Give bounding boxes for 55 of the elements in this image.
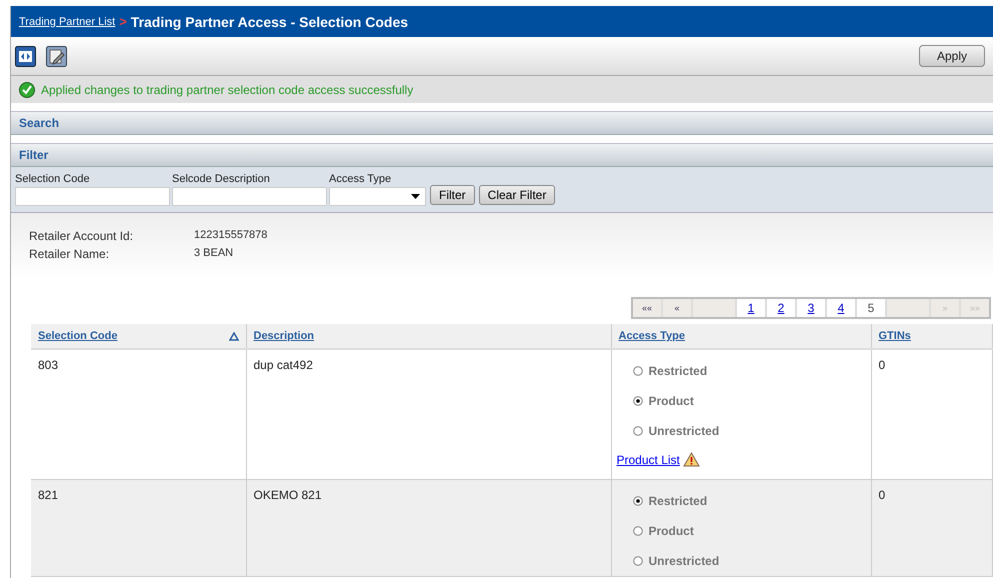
column-header[interactable]: Access Type [618,330,685,342]
panel-icon[interactable] [15,46,36,66]
table-cell: 0 [878,488,886,502]
dropdown-arrow-icon [411,194,420,199]
info-label: Retailer Account Id: [29,229,134,243]
page-link[interactable]: 1 [737,299,765,317]
radio-label[interactable]: Product [648,394,694,408]
field-label: Access Type [329,173,392,185]
sort-ascending-icon[interactable] [228,332,238,340]
radio-button[interactable] [632,556,642,566]
info-value: 3 BEAN [194,247,234,261]
page-title: Trading Partner Access - Selection Codes [130,14,408,30]
table-cell: OKEMO 821 [254,488,322,502]
radio-label[interactable]: Product [648,524,694,538]
success-check-icon [19,82,35,98]
radio-button[interactable] [632,396,642,406]
field-label: Selection Code [15,173,91,185]
edit-icon[interactable] [46,46,67,66]
page-link[interactable]: 5 [857,299,885,317]
info-label: Retailer Name: [29,247,110,261]
apply-button[interactable]: Apply [919,45,985,67]
radio-button[interactable] [632,426,642,436]
input-field[interactable] [15,187,170,206]
radio-button[interactable] [632,526,642,536]
pager-blank-cell [693,299,735,317]
page-link[interactable]: 2 [767,299,795,317]
radio-button[interactable] [632,496,642,506]
filter-button[interactable]: Filter [430,185,475,205]
clear-filter-button[interactable]: Clear Filter [478,185,556,205]
column-header[interactable]: Description [254,330,314,342]
page-nav-link[interactable]: «« [633,299,661,317]
table-cell: 821 [38,488,58,502]
breadcrumb-separator: > [119,14,127,29]
radio-label[interactable]: Unrestricted [648,554,720,568]
table-cell: dup cat492 [254,358,313,372]
breadcrumb-link[interactable]: Trading Partner List [19,16,116,28]
radio-label[interactable]: Unrestricted [648,424,720,438]
page-link[interactable]: 3 [797,299,825,317]
success-message: Applied changes to trading partner selection code access successfully [41,82,414,96]
radio-label[interactable]: Restricted [648,494,708,508]
radio-label[interactable]: Restricted [648,364,708,378]
table-cell: 0 [878,358,886,372]
field-label: Selcode Description [172,173,271,185]
radio-button[interactable] [632,366,642,376]
section-header[interactable]: Search [11,111,993,135]
input-field[interactable] [172,187,327,206]
section-header[interactable]: Filter [11,143,993,167]
page-link[interactable]: 4 [827,299,855,317]
table-cell: 803 [38,358,58,372]
info-value: 122315557878 [194,229,268,243]
pager-blank-cell [887,299,929,317]
column-header[interactable]: Selection Code [38,330,118,342]
product-list-link[interactable]: Product List [616,452,680,466]
page-nav-link[interactable]: « [663,299,691,317]
column-header[interactable]: GTINs [878,330,911,342]
